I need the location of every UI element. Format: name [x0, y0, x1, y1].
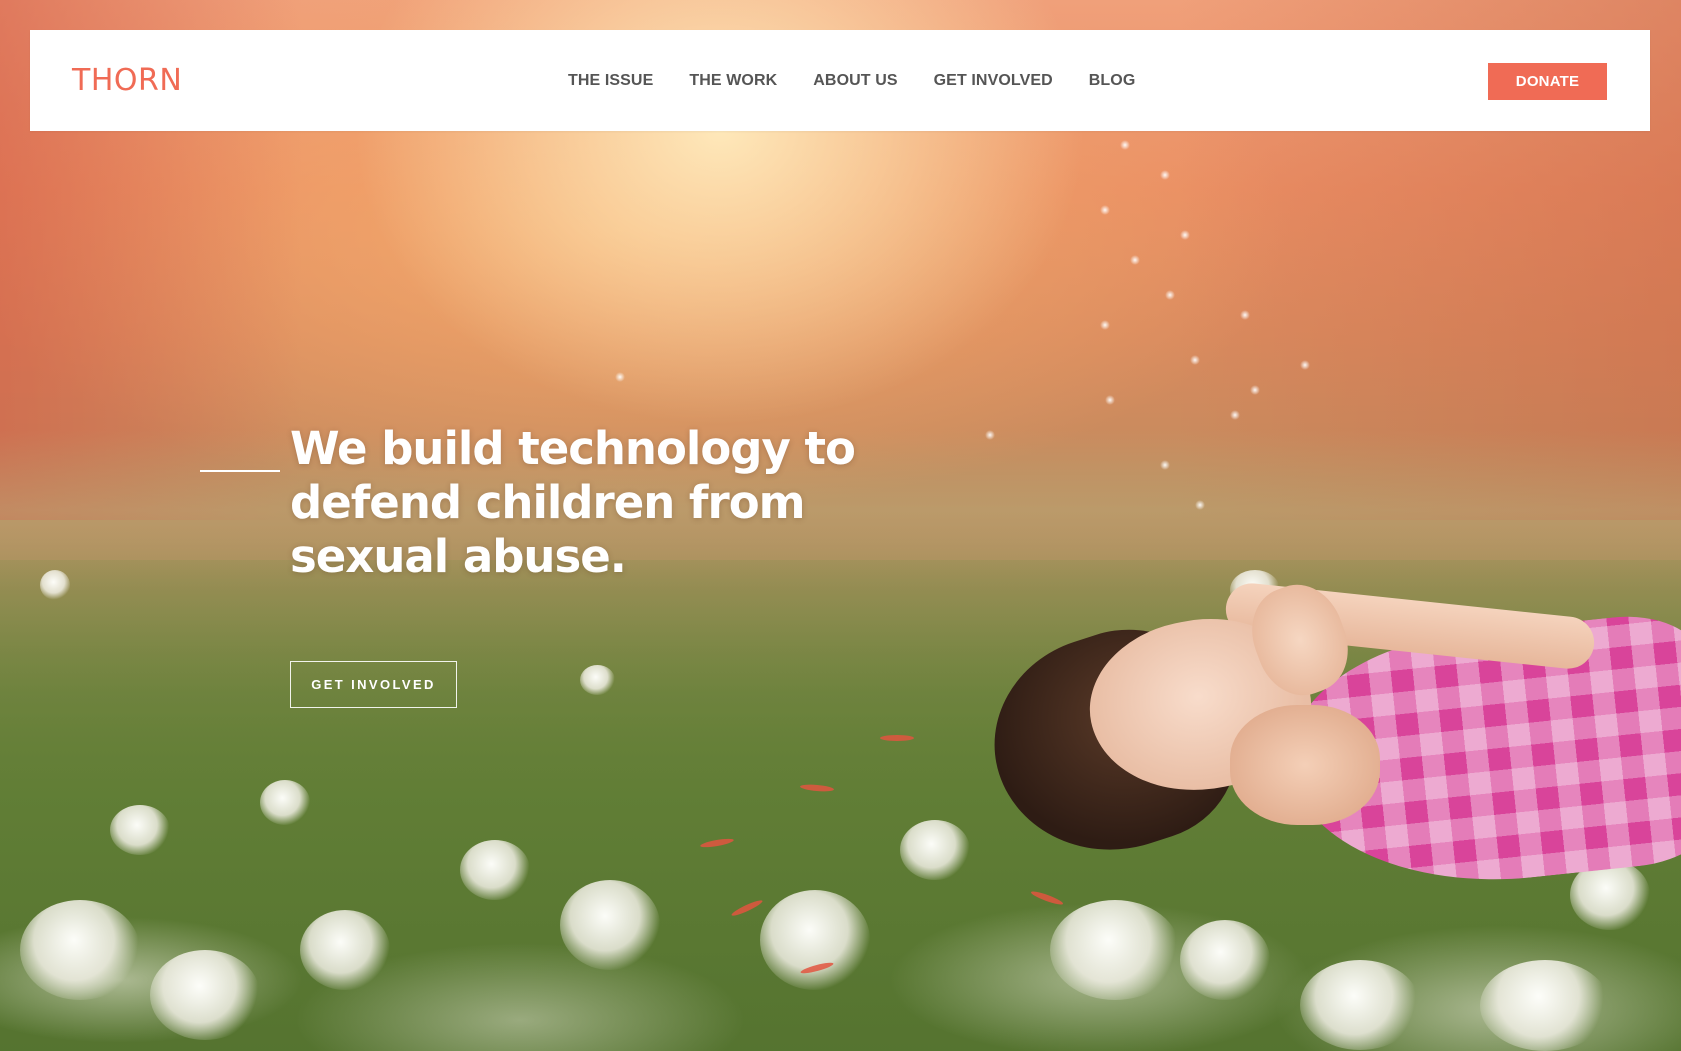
- site-header: THORN THE ISSUE THE WORK ABOUT US GET IN…: [30, 30, 1650, 131]
- donate-button[interactable]: DONATE: [1488, 63, 1607, 100]
- dandelion-seed: [1120, 140, 1130, 150]
- get-involved-button[interactable]: GET INVOLVED: [290, 661, 457, 708]
- dandelion-puff: [760, 890, 870, 990]
- hero-headline: We build technology to defend children f…: [290, 422, 856, 583]
- dandelion-seed: [1100, 320, 1110, 330]
- dandelion-puff: [150, 950, 260, 1040]
- dandelion-puff: [20, 900, 140, 1000]
- dandelion-puff: [110, 805, 170, 855]
- dandelion-puff: [580, 665, 615, 695]
- nav-link-the-issue[interactable]: THE ISSUE: [568, 72, 653, 90]
- dandelion-puff: [1480, 960, 1610, 1051]
- dandelion-seed: [1165, 290, 1175, 300]
- nav-link-get-involved[interactable]: GET INVOLVED: [934, 72, 1053, 90]
- dandelion-seed: [615, 372, 625, 382]
- petal: [880, 735, 914, 741]
- dandelion-seed: [1240, 310, 1250, 320]
- nav-link-blog[interactable]: BLOG: [1089, 72, 1136, 90]
- dandelion-seed: [1160, 170, 1170, 180]
- dandelion-puff: [300, 910, 390, 990]
- dandelion-puff: [1180, 920, 1270, 1000]
- thorn-logo[interactable]: THORN: [72, 60, 182, 102]
- dandelion-seed: [1100, 205, 1110, 215]
- nav-link-the-work[interactable]: THE WORK: [689, 72, 777, 90]
- dandelion-puff: [40, 570, 70, 600]
- dandelion-puff: [1300, 960, 1420, 1050]
- dandelion-puff: [900, 820, 970, 880]
- dandelion-puff: [560, 880, 660, 970]
- main-navigation: THE ISSUE THE WORK ABOUT US GET INVOLVED…: [568, 30, 1171, 131]
- dandelion-puff: [260, 780, 310, 825]
- dandelion-seed: [1130, 255, 1140, 265]
- dandelion-seed: [1160, 460, 1170, 470]
- girl-forearm: [1230, 705, 1380, 825]
- dandelion-seed: [1105, 395, 1115, 405]
- dandelion-seed: [1180, 230, 1190, 240]
- dandelion-seed: [1250, 385, 1260, 395]
- dandelion-seed: [1300, 360, 1310, 370]
- dandelion-puff: [460, 840, 530, 900]
- dandelion-puff: [1050, 900, 1180, 1000]
- dandelion-seed: [1195, 500, 1205, 510]
- dandelion-seed: [985, 430, 995, 440]
- dandelion-seed: [1190, 355, 1200, 365]
- headline-accent-line: [200, 470, 280, 472]
- nav-link-about-us[interactable]: ABOUT US: [813, 72, 897, 90]
- dandelion-seed: [1230, 410, 1240, 420]
